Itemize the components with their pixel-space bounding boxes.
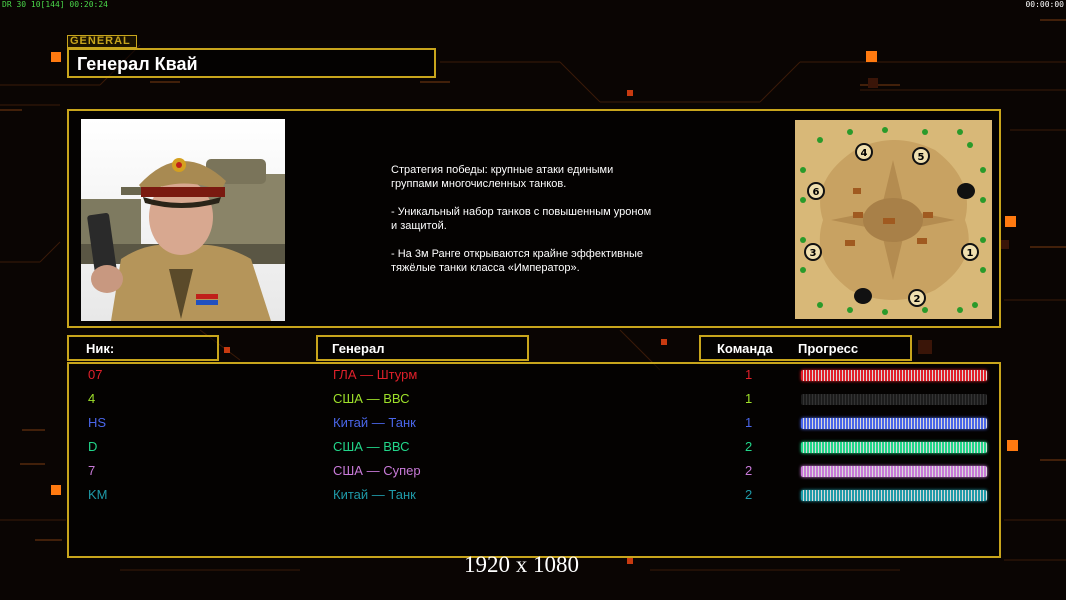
player-general: США — ВВС xyxy=(333,439,410,454)
fps-indicator: DR 30 10[144] 00:20:24 xyxy=(2,0,108,9)
player-nick: KM xyxy=(88,487,108,502)
general-title-bar: Генерал Квай xyxy=(67,48,436,78)
map-position-5: 5 xyxy=(918,152,925,163)
player-row: 4 США — ВВС 1 xyxy=(69,389,1003,409)
map-position-1: 1 xyxy=(967,248,974,259)
clock-overlay: 00:00:00 xyxy=(1025,0,1064,9)
nick-column-label: Ник: xyxy=(86,341,115,356)
player-team: 2 xyxy=(745,487,753,502)
team-column-label: Команда xyxy=(717,341,773,356)
player-general: ГЛА — Штурм xyxy=(333,367,418,382)
player-nick: HS xyxy=(88,415,107,430)
player-general: США — Супер xyxy=(333,463,421,478)
player-progress-bar xyxy=(801,490,987,501)
player-row: 07 ГЛА — Штурм 1 xyxy=(69,365,1003,385)
player-progress-bar xyxy=(801,370,987,381)
player-team: 2 xyxy=(745,463,753,478)
player-general: США — ВВС xyxy=(333,391,410,406)
player-nick: 4 xyxy=(88,391,96,406)
general-description: Стратегия победы: крупные атаки едиными … xyxy=(391,164,652,274)
general-tag: GENERAL xyxy=(67,35,137,48)
map-position-6: 6 xyxy=(813,187,820,198)
player-progress-bar xyxy=(801,394,987,405)
general-column-label: Генерал xyxy=(332,341,385,356)
player-general: Китай — Танк xyxy=(333,487,416,502)
general-column-header: Генерал xyxy=(316,335,529,361)
player-team: 2 xyxy=(745,439,753,454)
general-title: Генерал Квай xyxy=(77,54,198,74)
general-portrait xyxy=(81,119,285,321)
player-team: 1 xyxy=(745,415,753,430)
player-row: HS Китай — Танк 1 xyxy=(69,413,1003,433)
nick-column-header: Ник: xyxy=(67,335,219,361)
player-team: 1 xyxy=(745,367,753,382)
map-position-4: 4 xyxy=(861,148,868,159)
player-row: KM Китай — Танк 2 xyxy=(69,485,1003,505)
map-position-2: 2 xyxy=(914,294,921,305)
minimap[interactable]: 1 2 3 4 5 6 xyxy=(795,120,992,319)
fps-overlay: DR 30 10[144] 00:20:24 xyxy=(2,0,108,10)
team-progress-column-header: Команда Прогресс xyxy=(699,335,912,361)
player-nick: D xyxy=(88,439,98,454)
map-position-3: 3 xyxy=(810,248,817,259)
player-nick: 07 xyxy=(88,367,103,382)
player-nick: 7 xyxy=(88,463,96,478)
progress-column-label: Прогресс xyxy=(798,341,859,356)
player-row: 7 США — Супер 2 xyxy=(69,461,1003,481)
resolution-caption: 1920 x 1080 xyxy=(464,552,579,577)
player-list: 07 ГЛА — Штурм 1 4 США — ВВС 1 HS Китай — Танк 1… xyxy=(67,362,1001,558)
player-team: 1 xyxy=(745,391,753,406)
player-progress-bar xyxy=(801,466,987,477)
player-progress-bar xyxy=(801,418,987,429)
player-row: D США — ВВС 2 xyxy=(69,437,1003,457)
player-progress-bar xyxy=(801,442,987,453)
player-general: Китай — Танк xyxy=(333,415,416,430)
general-info-panel: Стратегия победы: крупные атаки едиными … xyxy=(67,109,1001,328)
